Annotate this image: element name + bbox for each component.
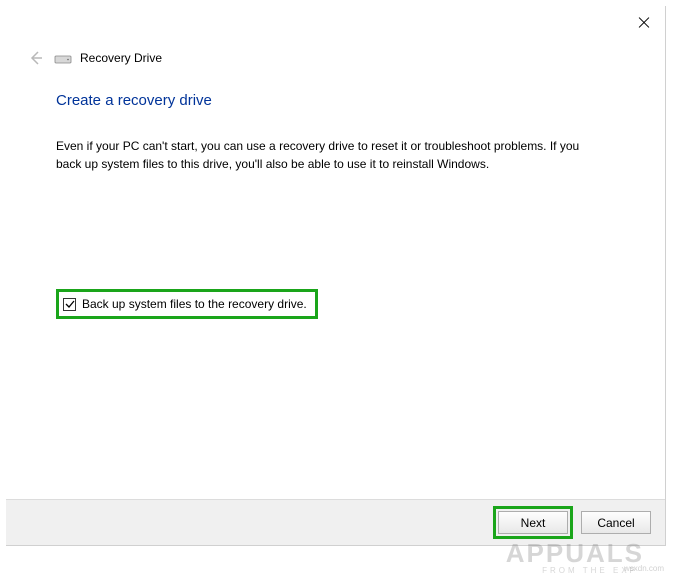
- backup-checkbox[interactable]: [63, 298, 76, 311]
- page-heading: Create a recovery drive: [56, 92, 615, 109]
- dialog-footer: Next Cancel: [6, 499, 665, 545]
- cancel-button[interactable]: Cancel: [581, 511, 651, 534]
- description-text: Even if your PC can't start, you can use…: [56, 137, 596, 173]
- next-button-highlight: Next: [493, 506, 573, 539]
- watermark-site: wsxdn.com: [624, 564, 664, 573]
- backup-checkbox-row[interactable]: Back up system files to the recovery dri…: [56, 289, 318, 319]
- titlebar: [6, 6, 665, 38]
- close-icon[interactable]: [637, 15, 651, 29]
- content-area: Create a recovery drive Even if your PC …: [6, 76, 665, 319]
- backup-checkbox-label: Back up system files to the recovery dri…: [82, 297, 307, 311]
- back-arrow-icon[interactable]: [26, 48, 46, 68]
- header-row: Recovery Drive: [6, 38, 665, 76]
- dialog-window: Recovery Drive Create a recovery drive E…: [6, 6, 666, 546]
- drive-icon: [54, 52, 72, 64]
- header-title: Recovery Drive: [80, 51, 162, 65]
- next-button[interactable]: Next: [498, 511, 568, 534]
